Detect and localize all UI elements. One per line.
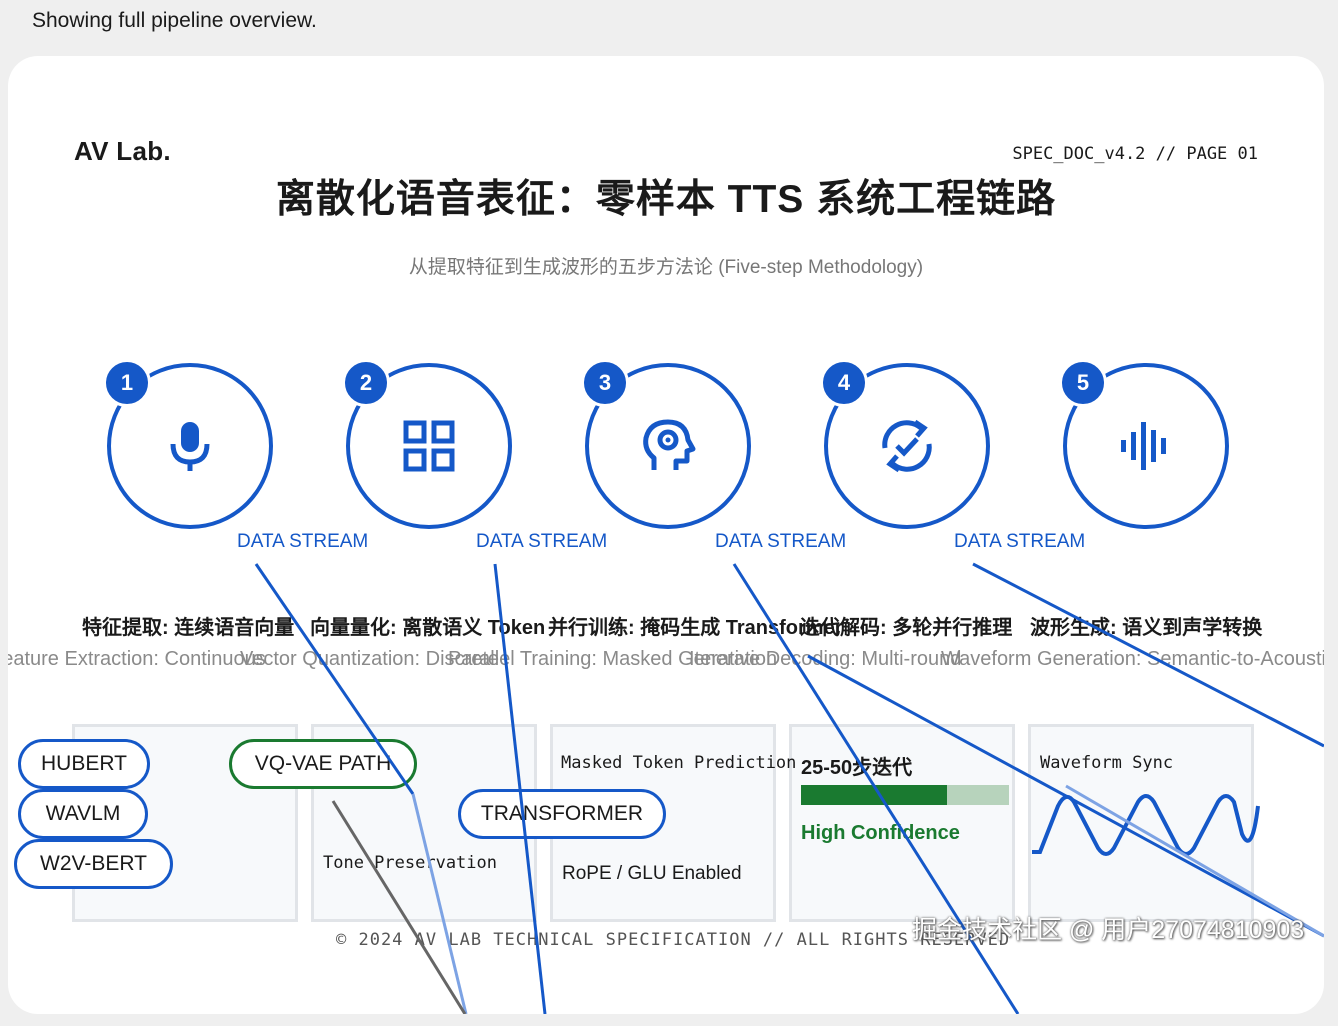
pipeline-card: AV Lab. SPEC_DOC_v4.2 // PAGE 01 离散化语音表征…: [8, 56, 1324, 1014]
watermark: 掘金技术社区 @ 用户27074810903: [912, 916, 1305, 944]
status-text: Showing full pipeline overview.: [32, 9, 317, 32]
connector-lines: [254, 562, 1324, 1014]
